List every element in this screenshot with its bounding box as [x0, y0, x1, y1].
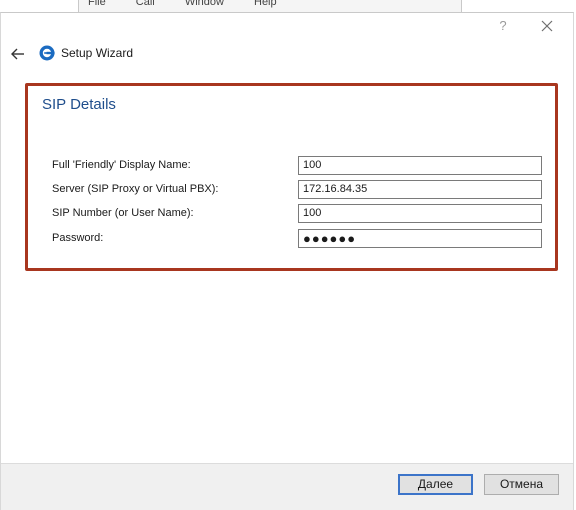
- display-name-label: Full 'Friendly' Display Name:: [52, 159, 191, 171]
- wizard-header: Setup Wizard: [1, 41, 573, 69]
- server-input[interactable]: 172.16.84.35: [298, 180, 542, 199]
- close-button[interactable]: [533, 17, 561, 35]
- server-row: Server (SIP Proxy or Virtual PBX): 172.1…: [28, 180, 555, 200]
- cancel-button[interactable]: Отмена: [484, 474, 559, 495]
- bg-menu-help[interactable]: Help: [254, 0, 277, 8]
- display-name-row: Full 'Friendly' Display Name: 100: [28, 156, 555, 176]
- close-icon: [541, 20, 553, 32]
- background-app-menubar: File Call Window Help: [78, 0, 462, 12]
- bg-menu-file[interactable]: File: [88, 0, 106, 8]
- bg-menu-window[interactable]: Window: [185, 0, 224, 8]
- server-label: Server (SIP Proxy or Virtual PBX):: [52, 183, 219, 195]
- arrow-left-icon: [11, 48, 24, 60]
- screen: File Call Window Help ? Setup Wizard SIP…: [0, 0, 576, 510]
- dialog-footer: Далее Отмена: [1, 463, 573, 510]
- back-button[interactable]: [9, 45, 27, 63]
- next-button[interactable]: Далее: [398, 474, 473, 495]
- sip-number-row: SIP Number (or User Name): 100: [28, 204, 555, 224]
- wizard-title: Setup Wizard: [61, 46, 134, 60]
- bg-menu-call[interactable]: Call: [136, 0, 155, 8]
- sip-number-label: SIP Number (or User Name):: [52, 207, 194, 219]
- password-input[interactable]: ●●●●●●: [298, 229, 542, 248]
- password-row: Password: ●●●●●●: [28, 229, 555, 249]
- sip-details-panel: SIP Details Full 'Friendly' Display Name…: [25, 83, 558, 271]
- help-button[interactable]: ?: [489, 17, 517, 35]
- app-logo-icon: [39, 45, 55, 61]
- sip-details-title: SIP Details: [42, 96, 116, 113]
- display-name-input[interactable]: 100: [298, 156, 542, 175]
- dialog-titlebar: ?: [1, 13, 573, 39]
- password-label: Password:: [52, 232, 104, 244]
- setup-wizard-dialog: ? Setup Wizard SIP Details Full 'Friendl…: [0, 12, 574, 510]
- sip-number-input[interactable]: 100: [298, 204, 542, 223]
